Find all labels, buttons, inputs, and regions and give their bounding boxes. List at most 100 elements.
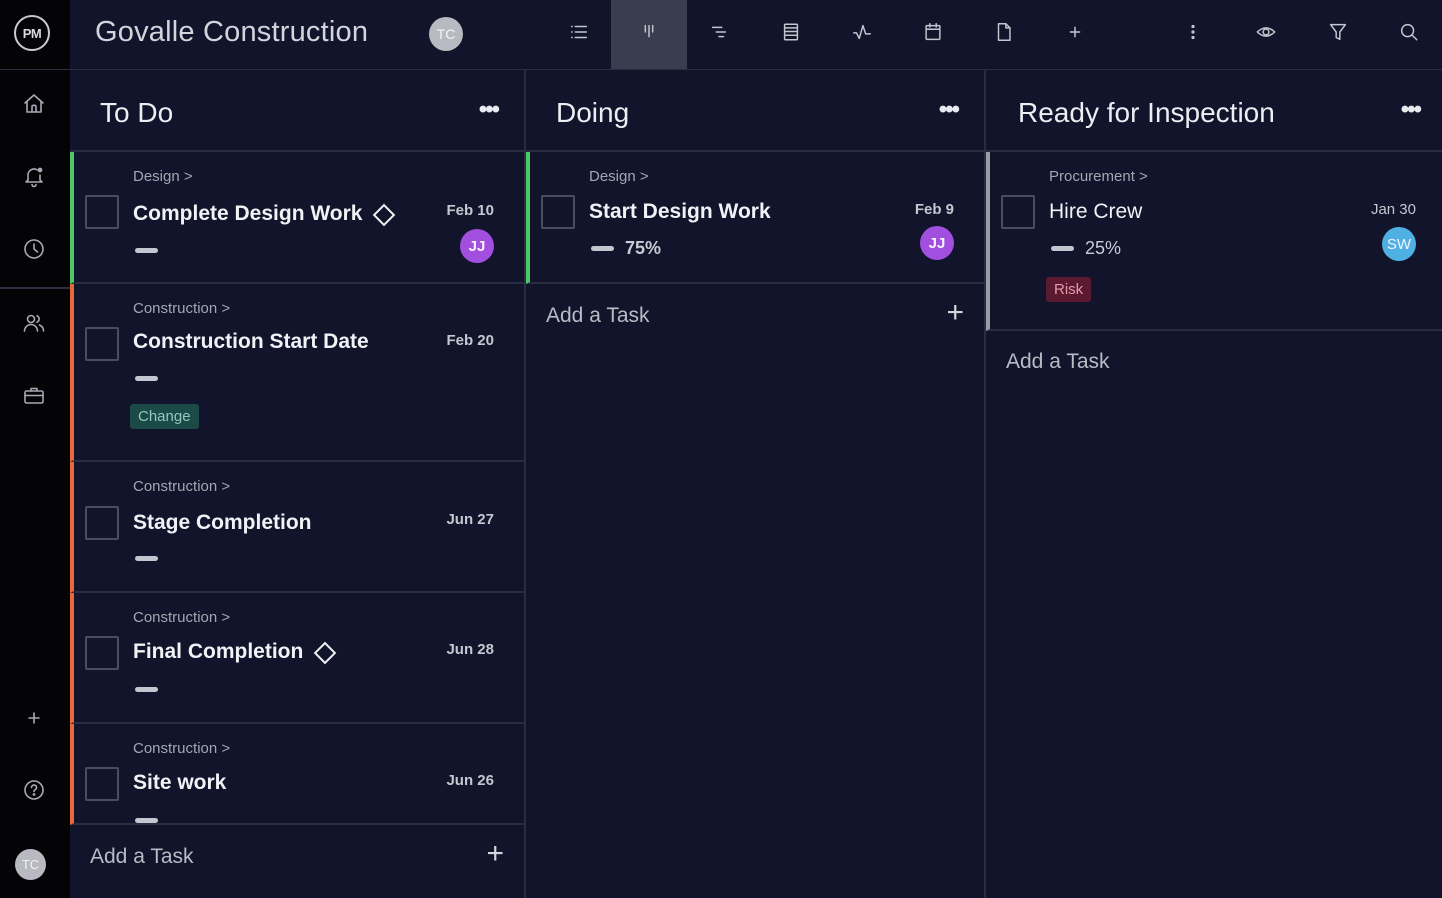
task-checkbox[interactable] [85, 506, 119, 540]
calendar-view-button[interactable] [897, 0, 969, 69]
gantt-view-button[interactable] [683, 0, 755, 69]
search-button[interactable] [1373, 0, 1442, 69]
watch-button[interactable] [1230, 0, 1302, 69]
task-breadcrumb[interactable]: Procurement > [1049, 168, 1148, 185]
column-ready-for-inspection: Ready for Inspection ••• Procurement > H… [986, 70, 1442, 898]
column-more-button[interactable]: ••• [1401, 98, 1422, 122]
task-checkbox[interactable] [85, 636, 119, 670]
add-view-button[interactable] [1039, 0, 1111, 69]
add-task-label: Add a Task [90, 845, 194, 868]
user-avatar[interactable]: TC [15, 849, 46, 880]
task-name[interactable]: Start Design Work [589, 200, 771, 224]
project-title[interactable]: Govalle Construction [95, 16, 368, 49]
task-checkbox[interactable] [85, 767, 119, 801]
task-checkbox[interactable] [541, 195, 575, 229]
progress-indicator [591, 246, 614, 251]
plus-icon [22, 706, 46, 735]
sidebar-divider [0, 69, 70, 70]
task-card[interactable]: Construction > Construction Start Date F… [70, 284, 524, 462]
list-view-button[interactable] [543, 0, 615, 69]
assignee-avatar[interactable]: JJ [920, 226, 954, 260]
sidebar-item-add[interactable] [20, 706, 48, 734]
progress-percent: 25% [1085, 238, 1122, 258]
sidebar-item-team[interactable] [20, 311, 48, 339]
task-due-date: Feb 9 [914, 201, 954, 218]
task-breadcrumb[interactable]: Design > [133, 168, 193, 185]
calendar-icon [922, 21, 944, 48]
task-card[interactable]: Construction > Final Completion Jun 28 [70, 593, 524, 724]
progress-indicator [135, 818, 158, 823]
project-avatar[interactable]: TC [429, 17, 463, 51]
sidebar-item-help[interactable] [20, 778, 48, 806]
task-checkbox[interactable] [85, 195, 119, 229]
task-breadcrumb[interactable]: Construction > [133, 609, 230, 626]
progress-indicator [135, 687, 158, 692]
sheet-icon [780, 21, 802, 48]
task-due-date: Jan 30 [1370, 201, 1416, 218]
task-breadcrumb[interactable]: Construction > [133, 740, 230, 757]
task-breadcrumb[interactable]: Construction > [133, 300, 230, 317]
task-breadcrumb[interactable]: Construction > [133, 478, 230, 495]
assignee-avatar[interactable]: SW [1382, 227, 1416, 261]
tag-change[interactable]: Change [130, 404, 199, 429]
task-due-date: Feb 20 [446, 332, 494, 349]
bell-icon [22, 164, 46, 193]
add-task-label: Add a Task [1006, 350, 1110, 373]
task-name[interactable]: Complete Design Work [133, 202, 396, 226]
task-card[interactable]: Procurement > Hire Crew Jan 30 25% SW Ri… [986, 152, 1442, 331]
progress-percent: 75% [625, 238, 662, 258]
tag-risk[interactable]: Risk [1046, 277, 1092, 302]
assignee-avatar[interactable]: JJ [460, 229, 494, 263]
task-due-date: Jun 26 [446, 772, 494, 789]
task-breadcrumb[interactable]: Design > [589, 168, 649, 185]
add-task-button[interactable]: Add a Task + [526, 284, 984, 346]
board-view-button[interactable] [611, 0, 687, 69]
column-title[interactable]: To Do [100, 97, 173, 129]
add-task-button[interactable]: Add a Task + [70, 825, 524, 887]
add-task-button[interactable]: Add a Task [986, 331, 1442, 395]
task-name[interactable]: Stage Completion [133, 511, 312, 535]
task-name[interactable]: Final Completion [133, 640, 337, 664]
clock-icon [22, 237, 46, 266]
task-due-date: Feb 10 [446, 202, 494, 219]
progress-indicator [135, 376, 158, 381]
gantt-icon [708, 21, 730, 48]
task-checkbox[interactable] [1001, 195, 1035, 229]
task-name[interactable]: Hire Crew [1049, 200, 1142, 224]
sheet-view-button[interactable] [755, 0, 827, 69]
app-root: PM TC Govalle Construction TC To Do ••• … [0, 0, 1442, 898]
task-name[interactable]: Construction Start Date [133, 330, 369, 354]
column-more-button[interactable]: ••• [939, 98, 960, 122]
sidebar-item-notifications[interactable] [20, 164, 48, 192]
users-icon [22, 311, 46, 340]
sidebar-divider [0, 287, 70, 289]
column-header: Doing ••• [526, 70, 984, 152]
task-card[interactable]: Design > Complete Design Work Feb 10 JJ [70, 152, 524, 284]
column-title[interactable]: Ready for Inspection [1018, 97, 1275, 129]
task-card[interactable]: Design > Start Design Work Feb 9 75% JJ [526, 152, 984, 284]
pm-logo[interactable]: PM [14, 15, 50, 51]
task-card[interactable]: Construction > Stage Completion Jun 27 [70, 462, 524, 593]
files-view-button[interactable] [968, 0, 1040, 69]
filter-button[interactable] [1302, 0, 1374, 69]
dashboard-view-button[interactable] [826, 0, 898, 69]
milestone-diamond-icon [373, 203, 396, 226]
more-options-button[interactable] [1157, 0, 1229, 69]
progress-indicator [135, 248, 158, 253]
vertical-dots-icon [1182, 21, 1204, 48]
sidebar-item-portfolio[interactable] [20, 383, 48, 411]
left-sidebar: PM TC [0, 0, 70, 898]
column-doing: Doing ••• Design > Start Design Work Feb… [526, 70, 986, 898]
column-title[interactable]: Doing [556, 97, 629, 129]
task-checkbox[interactable] [85, 327, 119, 361]
task-name[interactable]: Site work [133, 771, 226, 795]
column-more-button[interactable]: ••• [479, 98, 500, 122]
plus-icon: + [486, 837, 504, 870]
pulse-icon [851, 21, 873, 48]
sidebar-item-timesheets[interactable] [20, 237, 48, 265]
board-icon [638, 21, 660, 48]
file-icon [993, 21, 1015, 48]
task-card[interactable]: Construction > Site work Jun 26 [70, 724, 524, 825]
column-header: To Do ••• [70, 70, 524, 152]
sidebar-item-home[interactable] [20, 92, 48, 120]
